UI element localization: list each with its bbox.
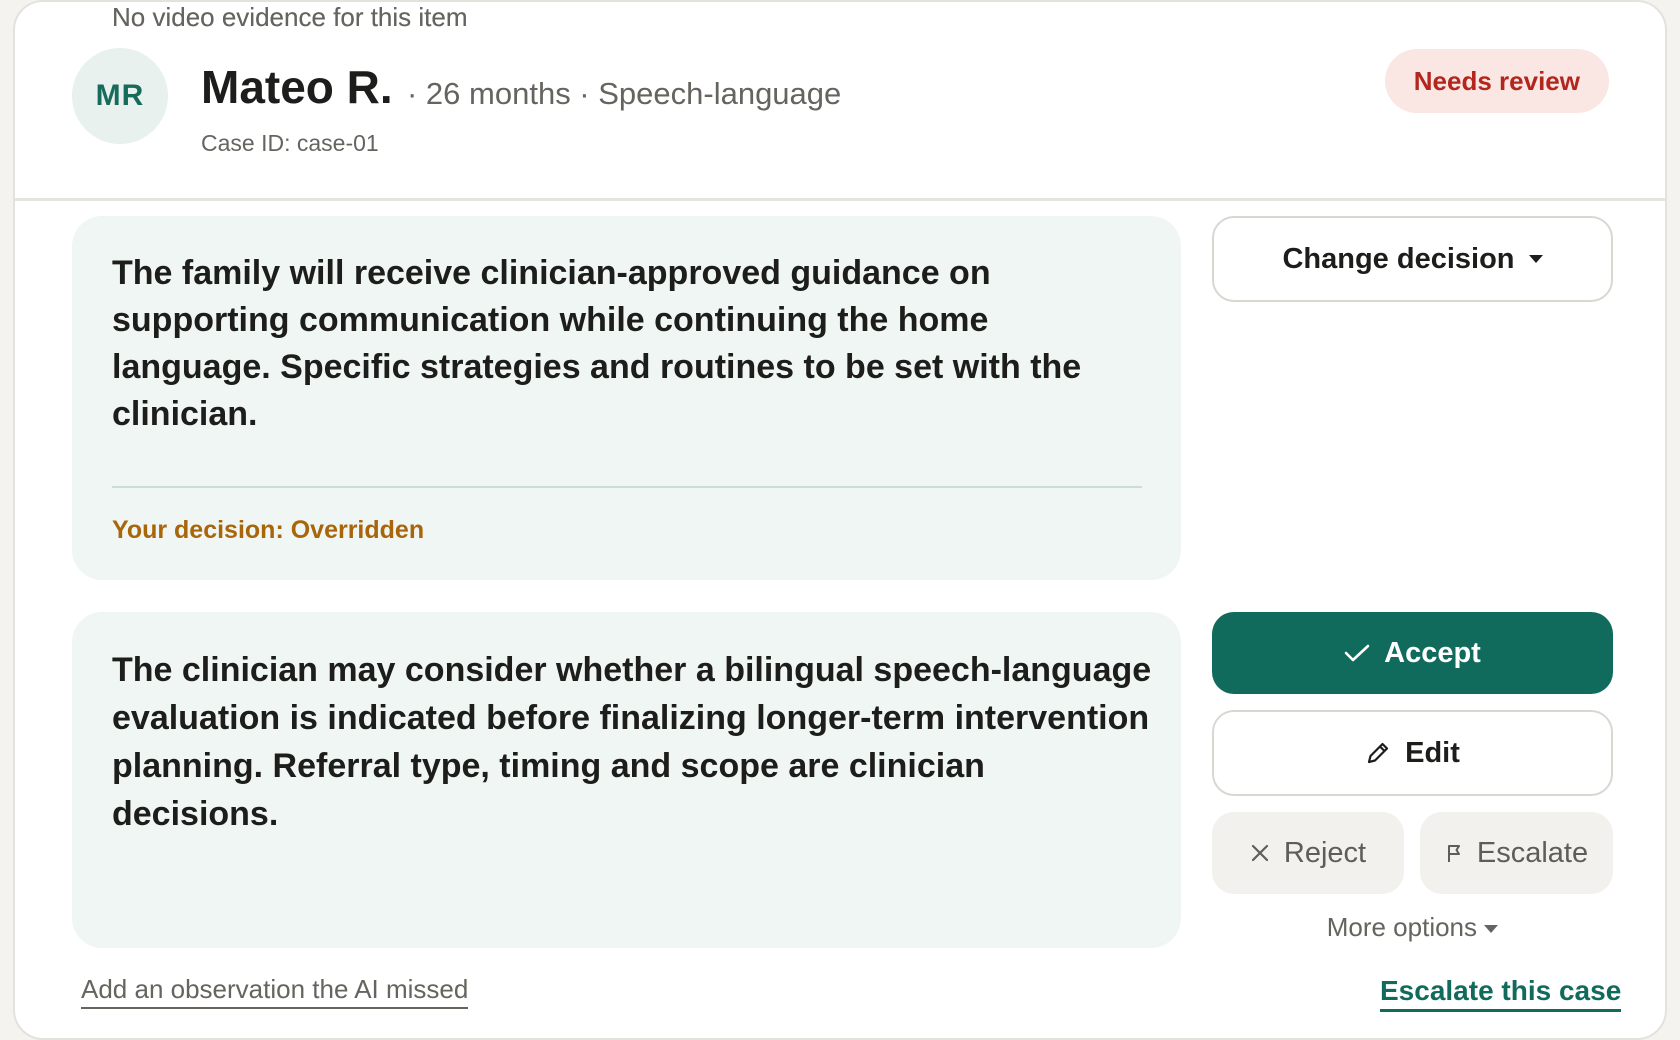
status-badge: Needs review xyxy=(1384,49,1609,113)
chevron-down-icon xyxy=(1484,925,1499,934)
change-decision-button[interactable]: Change decision xyxy=(1212,216,1613,302)
change-decision-label: Change decision xyxy=(1282,242,1515,275)
case-review-card: MR Mateo R. · 26 months · Speech-languag… xyxy=(13,0,1667,1040)
close-icon xyxy=(1250,843,1270,863)
escalate-label: Escalate xyxy=(1476,836,1589,869)
chevron-down-icon xyxy=(1528,255,1543,263)
case-id: Case ID: case-01 xyxy=(201,130,379,156)
flag-icon xyxy=(1445,842,1463,864)
reject-label: Reject xyxy=(1283,836,1367,869)
recommendation-item-1: The family will receive clinician-approv… xyxy=(72,216,1181,580)
reject-button[interactable]: Reject xyxy=(1212,812,1404,894)
patient-name: Mateo R. xyxy=(201,61,393,113)
escalate-case-link[interactable]: Escalate this case xyxy=(1380,975,1622,1012)
add-observation-link[interactable]: Add an observation the AI missed xyxy=(81,974,469,1009)
patient-meta: · 26 months · Speech-language xyxy=(407,76,842,111)
more-options-button[interactable]: More options xyxy=(1212,912,1613,943)
more-options-label: More options xyxy=(1326,912,1478,942)
evidence-note: No video evidence for this item xyxy=(112,2,468,32)
escalate-button[interactable]: Escalate xyxy=(1420,812,1613,894)
avatar: MR xyxy=(72,48,168,144)
decision-status: Your decision: Overridden xyxy=(112,516,425,544)
accept-button[interactable]: Accept xyxy=(1212,612,1613,694)
check-icon xyxy=(1344,643,1370,663)
recommendation-text: The clinician may consider whether a bil… xyxy=(112,651,1152,833)
divider xyxy=(112,486,1142,488)
accept-label: Accept xyxy=(1384,636,1481,669)
recommendation-item-2: The clinician may consider whether a bil… xyxy=(72,612,1181,948)
edit-button[interactable]: Edit xyxy=(1212,710,1613,796)
pencil-icon xyxy=(1365,740,1391,766)
edit-label: Edit xyxy=(1405,736,1460,769)
recommendation-text: The family will receive clinician-approv… xyxy=(112,254,1082,433)
